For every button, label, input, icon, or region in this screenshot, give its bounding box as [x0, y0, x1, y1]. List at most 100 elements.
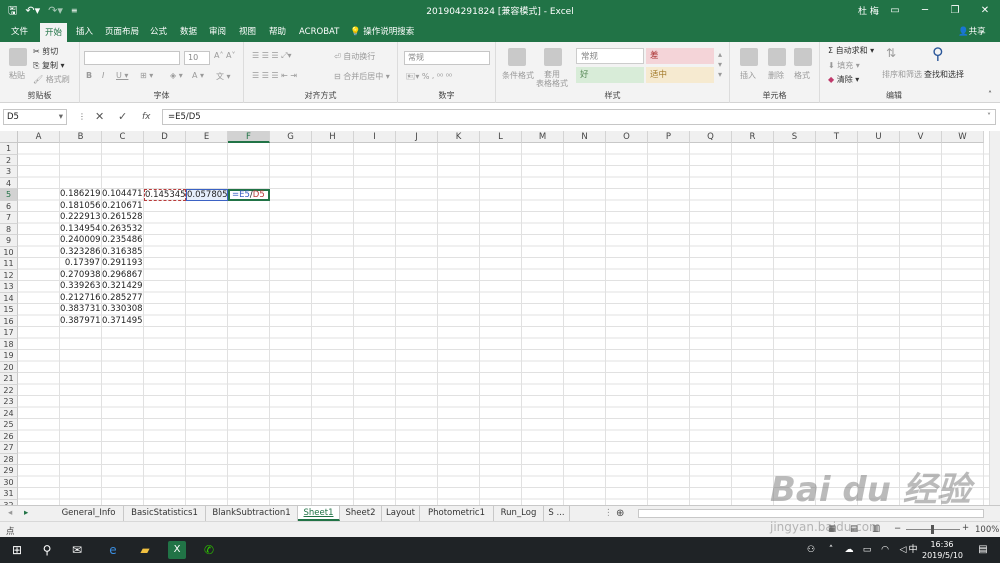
row-header-6[interactable]: 6: [0, 200, 18, 212]
font-color-button[interactable]: A ▾: [192, 71, 204, 80]
row-header-5[interactable]: 5: [0, 189, 18, 201]
insert-function-icon[interactable]: fx: [142, 109, 151, 125]
italic-button[interactable]: I: [102, 71, 104, 80]
enter-icon[interactable]: ✓: [118, 109, 127, 125]
tab-view[interactable]: 视图: [234, 22, 261, 42]
fill-color-button[interactable]: ◈ ▾: [170, 71, 183, 80]
column-header-k[interactable]: K: [438, 131, 480, 143]
row-header-20[interactable]: 20: [0, 361, 18, 373]
sheet-tab-basicstatistics1[interactable]: BasicStatistics1: [124, 506, 206, 521]
row-header-11[interactable]: 11: [0, 258, 18, 270]
row-header-12[interactable]: 12: [0, 269, 18, 281]
cell-b8[interactable]: 0.134954: [60, 224, 102, 236]
column-header-t[interactable]: T: [816, 131, 858, 143]
styles-scroll-icon[interactable]: ▴ ▾ ▾: [718, 50, 722, 80]
style-bad[interactable]: 差: [646, 48, 714, 64]
column-header-v[interactable]: V: [900, 131, 942, 143]
wechat-icon[interactable]: ✆: [200, 541, 218, 559]
delete-cells-button[interactable]: 删除: [768, 70, 784, 81]
next-sheet-icon[interactable]: ▸: [20, 506, 32, 521]
column-header-m[interactable]: M: [522, 131, 564, 143]
row-header-24[interactable]: 24: [0, 407, 18, 419]
cell-f5-editing[interactable]: =E5/D5: [228, 189, 270, 201]
tab-help[interactable]: 帮助: [264, 22, 291, 42]
find-select-button[interactable]: 查找和选择: [924, 69, 964, 80]
user-name[interactable]: 杜 梅: [858, 4, 879, 17]
column-header-w[interactable]: W: [942, 131, 984, 143]
row-header-19[interactable]: 19: [0, 350, 18, 362]
page-break-view-icon[interactable]: ▥: [872, 524, 880, 534]
row-header-2[interactable]: 2: [0, 154, 18, 166]
phonetic-button[interactable]: 文 ▾: [216, 71, 231, 82]
format-as-table-button[interactable]: 套用 表格格式: [536, 70, 568, 88]
search-icon[interactable]: ⚲: [38, 541, 56, 559]
expand-formula-icon[interactable]: ˅: [987, 109, 991, 125]
cell-c5[interactable]: 0.104471: [102, 189, 144, 201]
zoom-slider-thumb[interactable]: [931, 525, 934, 534]
windows-start-icon[interactable]: ⊞: [8, 541, 26, 559]
cell-d5[interactable]: 0.145345: [144, 189, 186, 201]
row-header-4[interactable]: 4: [0, 177, 18, 189]
excel-app-icon[interactable]: X: [168, 541, 186, 559]
cell-c13[interactable]: 0.321429: [102, 281, 144, 293]
row-header-1[interactable]: 1: [0, 143, 18, 155]
row-header-28[interactable]: 28: [0, 453, 18, 465]
font-size-combo[interactable]: 10: [184, 51, 210, 65]
cell-b16[interactable]: 0.387971: [60, 316, 102, 328]
tab-review[interactable]: 审阅: [204, 22, 231, 42]
collapse-ribbon-icon[interactable]: ˄: [988, 90, 992, 99]
redo-icon[interactable]: ↷▾: [48, 3, 63, 19]
cell-b5[interactable]: 0.186219: [60, 189, 102, 201]
file-explorer-icon[interactable]: ▰: [136, 541, 154, 559]
wechat-tray-icon[interactable]: ☁: [840, 541, 858, 559]
grow-font-button[interactable]: A˄ A˅: [214, 51, 236, 60]
tab-insert[interactable]: 插入: [71, 22, 98, 42]
clear-button[interactable]: ◆ 清除 ▾: [828, 74, 859, 85]
cell-c6[interactable]: 0.210671: [102, 201, 144, 213]
network-icon[interactable]: ▭: [858, 541, 876, 559]
zoom-level[interactable]: 100%: [975, 525, 999, 535]
column-header-u[interactable]: U: [858, 131, 900, 143]
row-header-9[interactable]: 9: [0, 235, 18, 247]
row-header-21[interactable]: 21: [0, 373, 18, 385]
font-name-combo[interactable]: [84, 51, 180, 65]
style-good[interactable]: 好: [576, 67, 644, 83]
cell-e5[interactable]: 0.057805: [186, 189, 228, 201]
column-header-p[interactable]: P: [648, 131, 690, 143]
page-layout-view-icon[interactable]: ▤: [850, 524, 858, 534]
cell-c9[interactable]: 0.235486: [102, 235, 144, 247]
save-icon[interactable]: 🖫: [8, 3, 17, 19]
tab-page-layout[interactable]: 页面布局: [100, 22, 144, 42]
tab-data[interactable]: 数据: [175, 22, 202, 42]
row-header-22[interactable]: 22: [0, 384, 18, 396]
style-neutral[interactable]: 适中: [646, 67, 714, 83]
wrap-text-button[interactable]: ⏎ 自动换行: [334, 51, 375, 62]
minimize-icon[interactable]: ─: [910, 0, 940, 22]
cell-c8[interactable]: 0.263532: [102, 224, 144, 236]
top-align-button[interactable]: ☰ ☰ ☰ ⤢▾: [252, 51, 292, 61]
column-header-n[interactable]: N: [564, 131, 606, 143]
zoom-out-icon[interactable]: ─: [895, 524, 900, 534]
row-header-13[interactable]: 13: [0, 281, 18, 293]
column-header-q[interactable]: Q: [690, 131, 732, 143]
cell-b12[interactable]: 0.270938: [60, 270, 102, 282]
new-sheet-icon[interactable]: ⊕: [612, 506, 628, 521]
row-header-26[interactable]: 26: [0, 430, 18, 442]
prev-sheet-icon[interactable]: ◂: [4, 506, 16, 521]
column-header-f[interactable]: F: [228, 131, 270, 143]
column-header-o[interactable]: O: [606, 131, 648, 143]
vertical-scrollbar[interactable]: [989, 131, 1000, 509]
sort-filter-button[interactable]: 排序和筛选: [882, 69, 922, 80]
worksheet-grid[interactable]: A B C D E F G H I J K L M N O P Q R S T U V W 1 2 3 4 5 6 7 8 9 10 11 12 13…: [0, 131, 989, 505]
sheet-tab-photometric1[interactable]: Photometric1: [420, 506, 494, 521]
insert-cells-button[interactable]: 插入: [740, 70, 756, 81]
row-header-10[interactable]: 10: [0, 246, 18, 258]
row-header-17[interactable]: 17: [0, 327, 18, 339]
tab-file[interactable]: 文件: [6, 22, 33, 42]
row-header-8[interactable]: 8: [0, 223, 18, 235]
cancel-icon[interactable]: ✕: [95, 109, 104, 125]
normal-view-icon[interactable]: ▦: [828, 524, 836, 534]
cell-b14[interactable]: 0.212716: [60, 293, 102, 305]
row-header-15[interactable]: 15: [0, 304, 18, 316]
bold-button[interactable]: B: [86, 71, 92, 80]
